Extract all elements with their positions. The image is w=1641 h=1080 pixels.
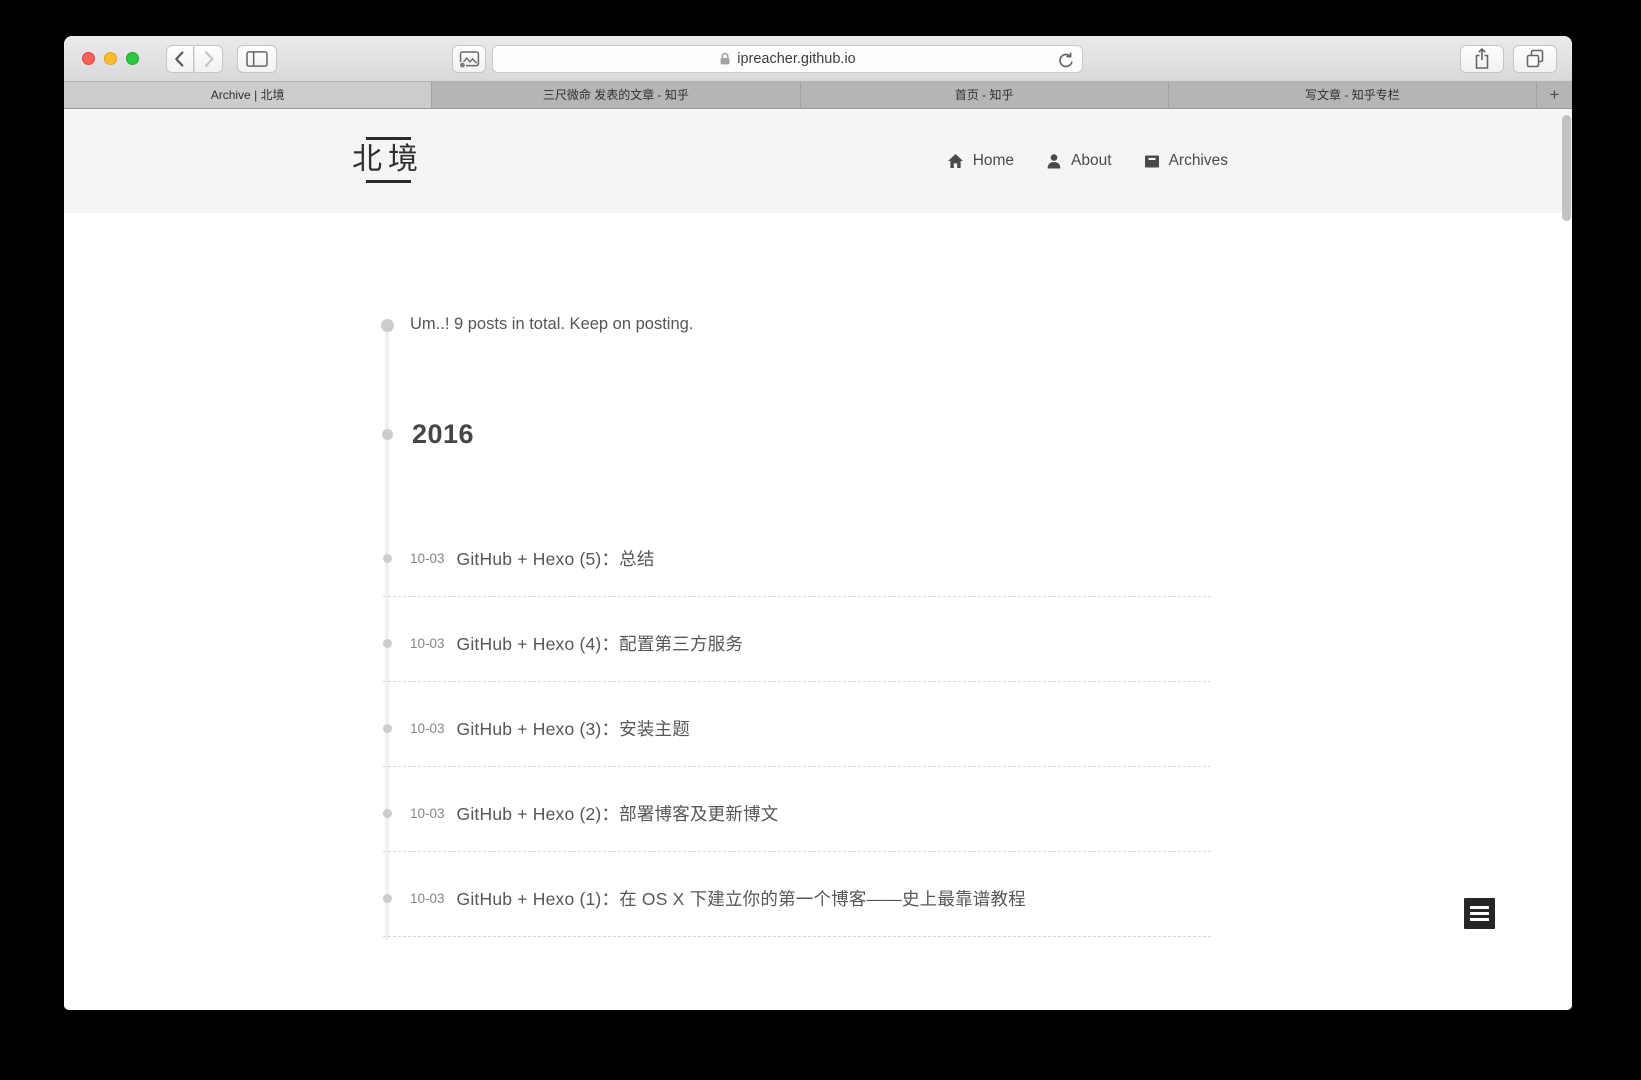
timeline-dot: [383, 808, 392, 818]
timeline-dot: [383, 553, 392, 563]
menu-button[interactable]: [1464, 898, 1495, 929]
logo-top-rule: [365, 137, 411, 140]
forward-button[interactable]: [195, 45, 223, 73]
timeline-dot: [383, 638, 392, 648]
post-date: 10-03: [410, 550, 445, 566]
nav-item-label: Home: [972, 152, 1015, 169]
site-nav: Home About Archives: [947, 109, 1228, 213]
post-title-link[interactable]: GitHub + Hexo (5)：总结: [457, 546, 655, 571]
address-bar[interactable]: ipreacher.github.io: [492, 45, 1083, 73]
home-icon: [947, 153, 964, 169]
minimize-window-button[interactable]: [104, 52, 117, 65]
menu-icon: [1470, 911, 1489, 916]
post-title-link[interactable]: GitHub + Hexo (4)：配置第三方服务: [457, 631, 744, 656]
back-button[interactable]: [166, 45, 194, 73]
menu-icon: [1470, 918, 1489, 922]
nav-item-home[interactable]: Home: [947, 152, 1014, 170]
archive-post-row: 10-03 GitHub + Hexo (3)：安装主题: [383, 690, 1211, 767]
nav-item-archives[interactable]: Archives: [1144, 152, 1228, 170]
scrollbar-thumb[interactable]: [1562, 115, 1571, 221]
user-icon: [1046, 153, 1062, 169]
browser-tab-3[interactable]: 写文章 - 知乎专栏: [1168, 82, 1537, 108]
reload-button[interactable]: [1055, 50, 1075, 70]
lock-icon: [720, 52, 730, 65]
tabs-overview-icon: [1526, 49, 1544, 68]
site-logo[interactable]: 北境: [346, 137, 430, 183]
browser-tab-0[interactable]: Archive | 北境: [64, 82, 433, 108]
reload-icon: [1059, 52, 1073, 68]
post-date: 10-03: [410, 635, 445, 651]
post-list: 10-03 GitHub + Hexo (5)：总结 10-03 GitHub + H…: [383, 520, 1211, 945]
tab-bar: Archive | 北境 三尺微命 发表的文章 - 知乎 首页 - 知乎 写文章 - …: [64, 82, 1572, 109]
chevron-left-icon: [175, 51, 184, 67]
close-window-button[interactable]: [82, 52, 95, 65]
post-title-link[interactable]: GitHub + Hexo (3)：安装主题: [457, 716, 690, 741]
archive-post-row: 10-03 GitHub + Hexo (4)：配置第三方服务: [383, 605, 1211, 682]
picture-icon: [458, 51, 480, 69]
zoom-window-button[interactable]: [126, 52, 139, 65]
browser-tab-2[interactable]: 首页 - 知乎: [800, 82, 1169, 108]
nav-item-about[interactable]: About: [1046, 152, 1112, 170]
post-date: 10-03: [410, 720, 445, 736]
post-title-link[interactable]: GitHub + Hexo (2)：部署博客及更新博文: [457, 801, 779, 826]
archive-summary: Um..! 9 posts in total. Keep on posting.: [410, 315, 694, 333]
post-date: 10-03: [410, 890, 445, 906]
chevron-right-icon: [204, 51, 214, 67]
sidebar-toggle-button[interactable]: [237, 45, 277, 73]
sidebar-icon: [246, 51, 268, 67]
browser-tab-1[interactable]: 三尺微命 发表的文章 - 知乎: [432, 82, 801, 108]
archive-post-row: 10-03 GitHub + Hexo (2)：部署博客及更新博文: [383, 775, 1211, 852]
image-extension-button[interactable]: [452, 45, 486, 73]
timeline-dot: [381, 319, 394, 332]
page-content: 北境 Home About Archives Um..! 9 posts in to…: [64, 109, 1572, 1010]
post-date: 10-03: [410, 805, 445, 821]
archive-icon: [1144, 154, 1160, 169]
nav-item-label: About: [1071, 152, 1112, 169]
nav-item-label: Archives: [1168, 152, 1228, 169]
share-button[interactable]: [1460, 45, 1504, 73]
post-title-link[interactable]: GitHub + Hexo (1)：在 OS X 下建立你的第一个博客——史上最…: [457, 886, 1026, 911]
site-header: 北境 Home About Archives: [64, 109, 1572, 213]
share-icon: [1475, 47, 1489, 69]
archive-post-row: 10-03 GitHub + Hexo (1)：在 OS X 下建立你的第一个博客…: [383, 860, 1211, 937]
timeline-dot: [382, 429, 393, 440]
logo-bottom-rule: [365, 180, 411, 183]
url-text: ipreacher.github.io: [737, 51, 856, 67]
menu-icon: [1470, 905, 1489, 909]
safari-window: ipreacher.github.io Archive | 北境三尺微命 发表的…: [64, 36, 1572, 1010]
tab-overview-button[interactable]: [1513, 45, 1557, 73]
archive-post-row: 10-03 GitHub + Hexo (5)：总结: [383, 520, 1211, 597]
archive-year: 2016: [412, 419, 475, 449]
logo-text: 北境: [352, 143, 424, 176]
browser-toolbar: ipreacher.github.io: [64, 36, 1572, 82]
timeline-dot: [383, 893, 392, 903]
new-tab-button[interactable]: +: [1537, 82, 1572, 108]
timeline-dot: [383, 723, 392, 733]
